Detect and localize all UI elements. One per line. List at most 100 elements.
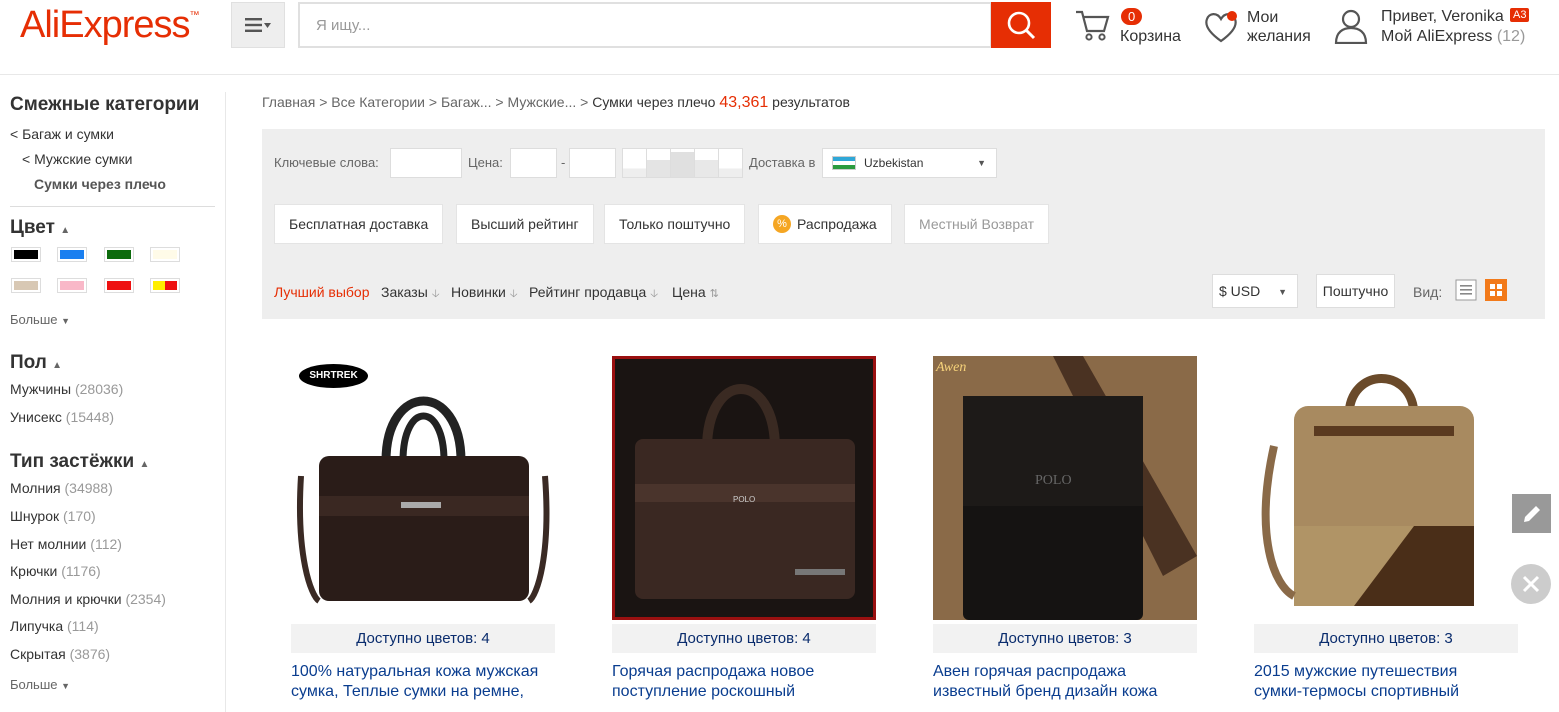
sort-price[interactable]: Цена ⇅ (672, 284, 719, 300)
sort-best-match[interactable]: Лучший выбор (274, 284, 370, 300)
keywords-label: Ключевые слова: (274, 155, 379, 170)
product-title-link[interactable]: 100% натуральная кожа мужская сумка, Тепл… (291, 662, 555, 702)
menu-icon (245, 18, 271, 32)
closure-option[interactable]: Шнурок (170) (10, 508, 96, 524)
collapse-up-icon: ▲ (52, 360, 63, 371)
closure-option[interactable]: Молния и крючки (2354) (10, 591, 166, 607)
product-image[interactable]: POLO (612, 356, 876, 620)
single-piece-button[interactable]: Только поштучно (604, 204, 746, 244)
brand-logo-shrtrek: SHRTREK (299, 364, 368, 388)
svg-text:POLO: POLO (1035, 473, 1072, 488)
breadcrumb-luggage[interactable]: Багаж... (441, 94, 492, 110)
closure-filter-title[interactable]: Тип застёжки ▲ (10, 451, 149, 473)
available-colors: Доступно цветов: 3 (1254, 624, 1518, 653)
sale-button[interactable]: % Распродажа (758, 204, 892, 244)
available-colors: Доступно цветов: 3 (933, 624, 1197, 653)
caret-down-icon: ▼ (977, 158, 986, 168)
related-category-luggage[interactable]: < Багаж и сумки (10, 126, 114, 142)
pencil-icon (1523, 505, 1540, 522)
closure-option[interactable]: Липучка (114) (10, 618, 99, 634)
search-input[interactable]: Я ищу... (298, 2, 992, 48)
search-button[interactable] (991, 2, 1051, 48)
color-swatch-pink[interactable] (57, 278, 87, 293)
product-title-link[interactable]: Авен горячая распродажа известный бренд д… (933, 662, 1197, 702)
list-icon (1455, 279, 1477, 301)
local-return-button[interactable]: Местный Возврат (904, 204, 1050, 244)
product-title-link[interactable]: Горячая распродажа новое поступление роск… (612, 662, 876, 702)
unit-select[interactable]: Поштучно (1316, 274, 1395, 308)
collapse-up-icon: ▲ (139, 459, 150, 470)
closure-option[interactable]: Скрытая (3876) (10, 646, 110, 662)
result-count: 43,361 (719, 94, 769, 111)
canvas-bag-image (1261, 374, 1474, 606)
free-shipping-button[interactable]: Бесплатная доставка (274, 204, 444, 244)
breadcrumb-home[interactable]: Главная (262, 94, 315, 110)
arrow-down-icon: 🡣 (509, 288, 518, 300)
cart-icon (1076, 10, 1110, 41)
greeting-text: Привет, Veronika (1381, 8, 1504, 25)
color-swatch-green[interactable] (104, 247, 134, 262)
sort-newest[interactable]: Новинки 🡣 (451, 284, 518, 304)
cart-count-badge: 0 (1121, 8, 1143, 25)
grid-view-button[interactable] (1485, 279, 1507, 301)
wishlist-label-line2: желания (1247, 28, 1311, 45)
product-image[interactable] (291, 356, 555, 620)
grid-icon (1485, 279, 1507, 301)
sort-orders[interactable]: Заказы 🡣 (381, 284, 440, 304)
gender-option-unisex[interactable]: Унисекс (15448) (10, 409, 114, 425)
top-rated-button[interactable]: Высший рейтинг (456, 204, 594, 244)
breadcrumb-current: Сумки через плечо (592, 94, 716, 110)
gender-option-men[interactable]: Мужчины (28036) (10, 381, 123, 397)
product-title-link[interactable]: 2015 мужские путешествия сумки-термосы сп… (1254, 662, 1518, 702)
list-view-button[interactable] (1455, 279, 1477, 301)
cart-link[interactable]: 0 Корзина (1074, 6, 1184, 46)
gender-filter-title[interactable]: Пол ▲ (10, 352, 62, 374)
aliexpress-logo[interactable]: AliExpress™ (20, 4, 200, 47)
wishlist-link[interactable]: Мои желания (1203, 6, 1313, 48)
sort-seller-rating[interactable]: Рейтинг продавца 🡣 (529, 284, 658, 304)
view-label: Вид: (1413, 284, 1443, 300)
currency-select[interactable]: $ USD ▼ (1212, 274, 1298, 308)
color-swatch-red[interactable] (104, 278, 134, 293)
color-swatch-blue[interactable] (57, 247, 87, 262)
available-colors: Доступно цветов: 4 (291, 624, 555, 653)
arrow-down-icon: 🡣 (431, 288, 440, 300)
category-menu-button[interactable] (231, 2, 285, 48)
closure-option[interactable]: Крючки (1176) (10, 563, 101, 579)
color-swatch-khaki[interactable] (11, 278, 41, 293)
color-swatch-beige[interactable] (150, 247, 180, 262)
uzbekistan-flag-icon (832, 156, 856, 170)
price-min-input[interactable] (510, 148, 557, 178)
account-level-badge: A3 (1510, 8, 1530, 22)
sale-tag-icon: % (773, 215, 791, 233)
color-swatch-black[interactable] (11, 247, 41, 262)
breadcrumb-mens[interactable]: Мужские... (508, 94, 577, 110)
header: AliExpress™ Я ищу... 0 Корзина Мои желан… (0, 0, 1559, 75)
color-more-link[interactable]: Больше ▼ (10, 312, 70, 327)
product-image[interactable] (1254, 356, 1518, 620)
breadcrumb: Главная > Все Категории > Багаж... > Муж… (262, 94, 850, 111)
arrow-updown-icon: ⇅ (709, 288, 719, 300)
price-label: Цена: (468, 155, 503, 170)
my-aliexpress-link[interactable]: Мой AliExpress (12) (1381, 27, 1525, 46)
keywords-input[interactable] (390, 148, 462, 178)
feedback-button[interactable] (1512, 494, 1551, 533)
close-button[interactable] (1511, 564, 1551, 604)
product-image[interactable]: POLO (933, 356, 1197, 620)
breadcrumb-all-categories[interactable]: Все Категории (331, 94, 425, 110)
ship-to-select[interactable]: Uzbekistan ▼ (822, 148, 997, 178)
price-max-input[interactable] (569, 148, 616, 178)
closure-option[interactable]: Молния (34988) (10, 480, 113, 496)
related-category-mens-bags[interactable]: < Мужские сумки (22, 151, 132, 167)
price-histogram[interactable] (622, 148, 743, 178)
closure-option[interactable]: Нет молнии (112) (10, 536, 122, 552)
color-swatch-multicolor[interactable] (150, 278, 180, 293)
ship-to-label: Доставка в (749, 155, 816, 170)
closure-more-link[interactable]: Больше ▼ (10, 677, 70, 692)
black-briefcase-image (297, 396, 550, 604)
svg-text:POLO: POLO (733, 495, 755, 504)
cart-label: Корзина (1120, 28, 1181, 45)
color-filter-title[interactable]: Цвет ▲ (10, 217, 70, 239)
account-menu[interactable]: Привет, Veronika A3 Мой AliExpress (12) (1333, 6, 1533, 48)
user-icon (1334, 9, 1368, 44)
